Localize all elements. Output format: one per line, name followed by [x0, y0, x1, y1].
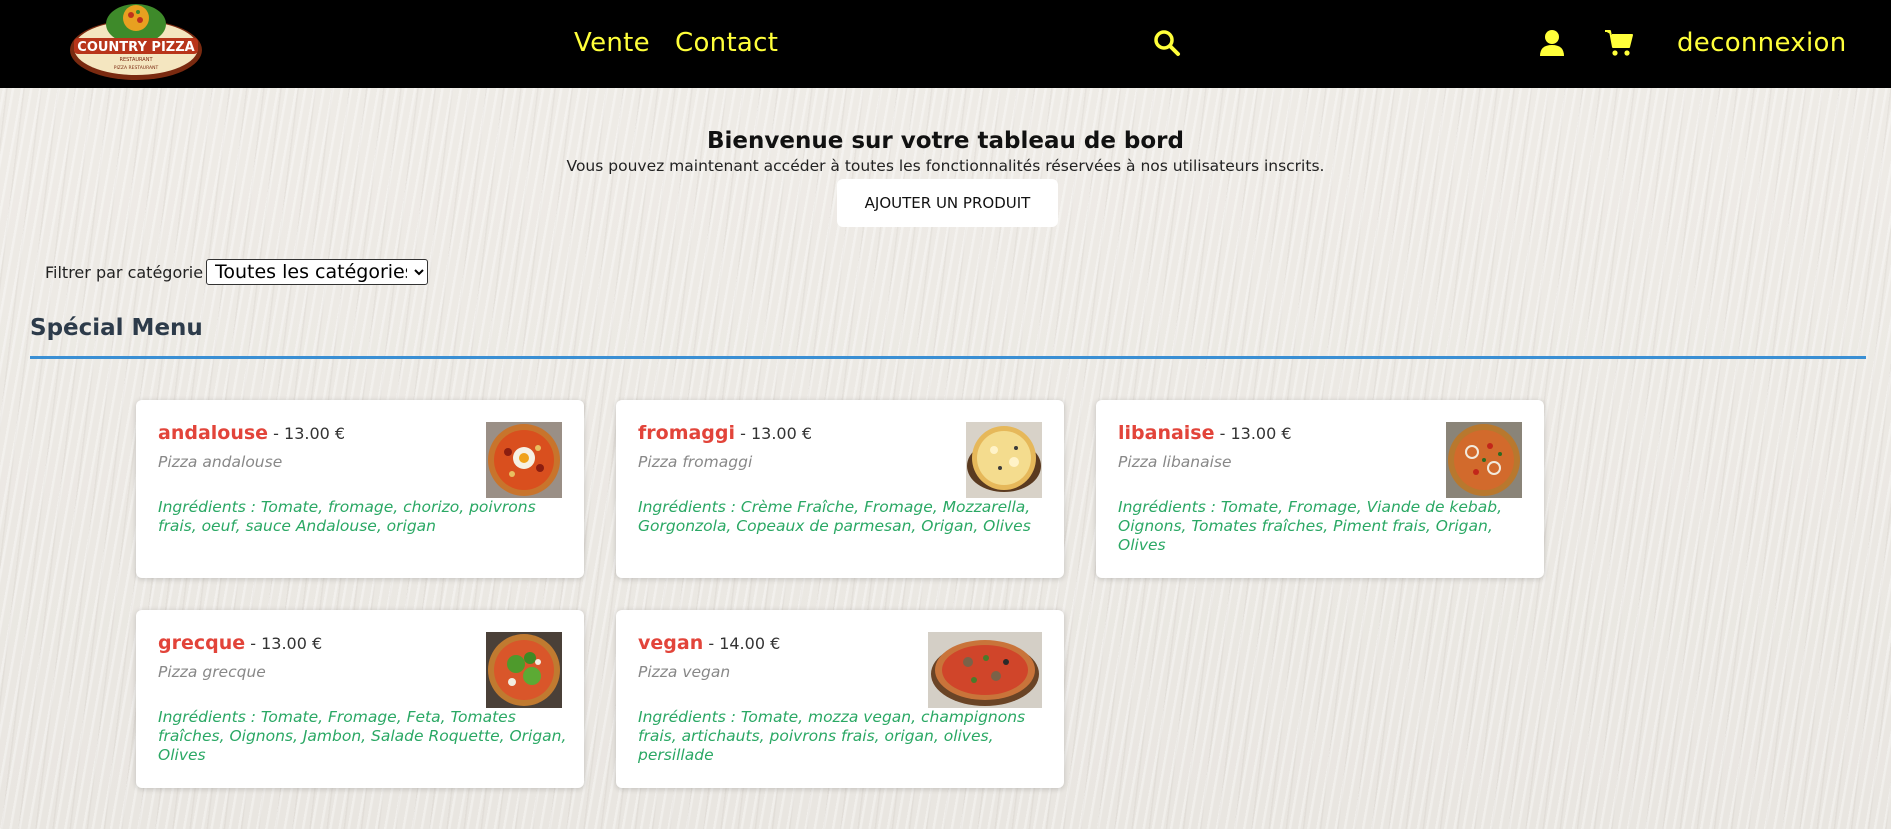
logo-bottom-text: PIZZA RESTAURANT: [114, 65, 159, 71]
product-description: Pizza fromaggi: [638, 453, 753, 471]
product-name: andalouse: [158, 422, 269, 444]
pizza-fromaggi-image: [966, 422, 1042, 498]
logo-sub-text: RESTAURANT: [119, 57, 153, 63]
add-product-button[interactable]: AJOUTER UN PRODUIT: [837, 179, 1058, 227]
product-name: libanaise: [1118, 422, 1215, 444]
nav-link-vente[interactable]: Vente: [574, 28, 650, 58]
product-price: - 13.00 €: [250, 634, 323, 653]
product-card[interactable]: fromaggi - 13.00 € Pizza fromaggi Ingréd…: [616, 400, 1064, 578]
pizza-libanaise-image: [1446, 422, 1522, 498]
pizza-andalouse-image: [486, 422, 562, 498]
product-ingredients: Ingrédients : Tomate, Fromage, Viande de…: [1118, 498, 1503, 554]
section-title: Spécial Menu: [30, 315, 203, 341]
category-filter-select[interactable]: Toutes les catégories: [206, 259, 428, 285]
search-icon[interactable]: [1152, 28, 1182, 58]
filter-label: Filtrer par catégorie :: [45, 263, 214, 282]
top-navbar: COUNTRY PIZZA RESTAURANT PIZZA RESTAURAN…: [0, 0, 1891, 88]
product-description: Pizza vegan: [638, 663, 731, 681]
product-name: grecque: [158, 632, 246, 654]
product-price: - 13.00 €: [1219, 424, 1292, 443]
product-ingredients: Ingrédients : Tomate, mozza vegan, champ…: [638, 708, 1026, 764]
product-description: Pizza andalouse: [158, 453, 283, 471]
pizza-grecque-image: [486, 632, 562, 708]
product-name: fromaggi: [638, 422, 736, 444]
page-title: Bienvenue sur votre tableau de bord: [707, 128, 1184, 154]
cart-icon[interactable]: [1604, 28, 1634, 58]
section-divider: [30, 356, 1866, 359]
product-card[interactable]: libanaise - 13.00 € Pizza libanaise Ingr…: [1096, 400, 1544, 578]
product-description: Pizza libanaise: [1118, 453, 1232, 471]
product-card[interactable]: vegan - 14.00 € Pizza vegan Ingrédients …: [616, 610, 1064, 788]
product-name: vegan: [638, 632, 704, 654]
product-price: - 13.00 €: [273, 424, 346, 443]
product-card[interactable]: grecque - 13.00 € Pizza grecque Ingrédie…: [136, 610, 584, 788]
product-card[interactable]: andalouse - 13.00 € Pizza andalouse Ingr…: [136, 400, 584, 578]
product-price: - 14.00 €: [708, 634, 781, 653]
user-icon[interactable]: [1537, 28, 1567, 58]
product-description: Pizza grecque: [158, 663, 266, 681]
product-price: - 13.00 €: [740, 424, 813, 443]
welcome-subtitle: Vous pouvez maintenant accéder à toutes …: [566, 157, 1325, 175]
country-pizza-logo[interactable]: COUNTRY PIZZA RESTAURANT PIZZA RESTAURAN…: [68, 0, 204, 82]
nav-link-contact[interactable]: Contact: [675, 28, 778, 58]
pizza-vegan-image: [928, 632, 1042, 708]
product-ingredients: Ingrédients : Tomate, fromage, chorizo, …: [158, 498, 536, 535]
product-ingredients: Ingrédients : Tomate, Fromage, Feta, Tom…: [158, 708, 567, 764]
product-ingredients: Ingrédients : Crème Fraîche, Fromage, Mo…: [638, 498, 1031, 535]
logout-link[interactable]: deconnexion: [1677, 28, 1847, 58]
logo-main-text: COUNTRY PIZZA: [77, 40, 194, 55]
